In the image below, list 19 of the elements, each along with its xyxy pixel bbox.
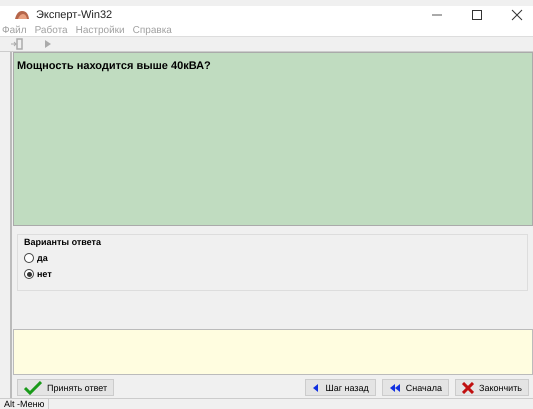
action-button[interactable]: Сначала [382,379,450,396]
cross-icon [462,382,474,394]
left-triangle-icon [312,382,320,392]
app-icon [14,9,30,22]
maximize-button[interactable] [471,9,483,22]
action-button[interactable]: Шаг назад [305,379,376,396]
checkmark-icon [24,380,42,394]
window-title: Эксперт-Win32 [36,9,112,22]
option-label: да [37,253,48,263]
group-title: Варианты ответа [24,237,101,247]
radio-button[interactable] [24,269,34,279]
action-button[interactable]: Принять ответ [17,379,114,396]
double-left-triangle-icon [388,382,401,392]
option-label: нет [37,269,52,279]
close-button[interactable] [511,9,523,22]
action-button[interactable]: Закончить [455,379,529,396]
status-text: Alt -Меню [0,399,50,409]
question-text: Мощность находится выше 40кВА? [17,60,211,72]
radio-button[interactable] [24,253,34,263]
